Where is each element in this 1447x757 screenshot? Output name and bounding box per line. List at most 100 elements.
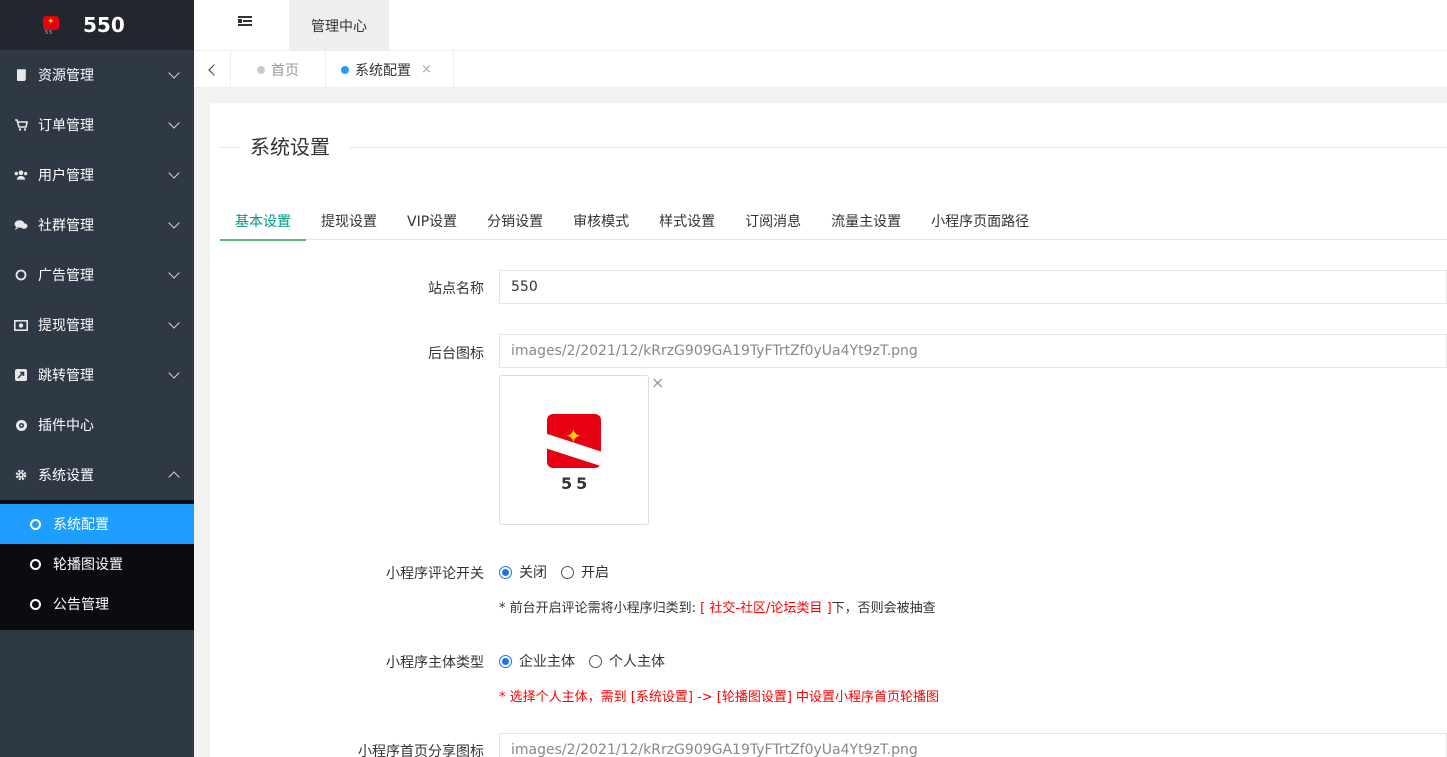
tabs-back-button[interactable]	[194, 51, 231, 88]
section-header: 系统设置	[220, 135, 1447, 159]
hint-text: 下，否则会被抽查	[831, 601, 936, 616]
sidebar-item-plugins[interactable]: 插件中心	[0, 400, 194, 450]
external-link-icon	[14, 369, 28, 381]
radio-personal[interactable]: 个人主体	[589, 651, 665, 671]
close-icon[interactable]: ×	[421, 62, 432, 77]
subject-type-hint: * 选择个人主体，需到 [系统设置] -> [轮播图设置] 中设置小程序首页轮播…	[499, 690, 940, 705]
radio-label: 企业主体	[519, 654, 575, 670]
sidebar: ✦ 55 550 资源管理 订单管理 用户管理 社群管理 广告管理 提现管理 跳…	[0, 0, 194, 757]
sidebar-item-order[interactable]: 订单管理	[0, 100, 194, 150]
gear-icon	[14, 469, 28, 481]
radio-unchecked-icon	[589, 654, 602, 668]
sidebar-item-ads[interactable]: 广告管理	[0, 250, 194, 300]
sidebar-subitem-label: 轮播图设置	[53, 557, 123, 573]
tab-distribution[interactable]: 分销设置	[472, 201, 558, 240]
share-icon-path-input[interactable]: images/2/2021/12/kRrzG909GA19TyFTrtZf0yU…	[499, 733, 1447, 757]
page-tab-home[interactable]: 首页	[231, 51, 326, 88]
chevron-down-icon	[168, 217, 180, 229]
tab-basic[interactable]: 基本设置	[220, 201, 306, 241]
sidebar-item-withdraw[interactable]: 提现管理	[0, 300, 194, 350]
tab-dot-icon	[257, 65, 265, 74]
tab-review-mode[interactable]: 审核模式	[558, 201, 644, 240]
radio-label: 关闭	[519, 565, 547, 581]
tab-subscribe-message[interactable]: 订阅消息	[730, 201, 816, 240]
sidebar-item-label: 插件中心	[38, 418, 94, 434]
logo-number: 55	[561, 474, 592, 493]
circle-icon	[30, 598, 41, 610]
radio-checked-icon	[499, 565, 512, 579]
chevron-up-icon	[168, 471, 180, 483]
top-header: 管理中心	[194, 0, 1447, 51]
comment-switch-radios: 关闭 开启	[499, 562, 623, 582]
hint-text: * 前台开启评论需将小程序归类到:	[499, 601, 701, 616]
header-tab-admin-center[interactable]: 管理中心	[289, 0, 389, 51]
sidebar-item-redirect[interactable]: 跳转管理	[0, 350, 194, 400]
menu-toggle-icon[interactable]	[238, 16, 252, 28]
admin-icon-path-input[interactable]: images/2/2021/12/kRrzG909GA19TyFTrtZf0yU…	[499, 334, 1447, 368]
page-tab-system-config[interactable]: 系统配置 ×	[326, 51, 454, 88]
users-icon	[14, 169, 28, 181]
sidebar-subitem-label: 系统配置	[53, 517, 109, 533]
sidebar-item-label: 订单管理	[38, 118, 94, 134]
share-icon-label: 小程序首页分享图标	[358, 744, 484, 757]
submenu-spacer	[0, 624, 194, 630]
radio-enterprise[interactable]: 企业主体	[499, 651, 575, 671]
sidebar-subitem-carousel[interactable]: 轮播图设置	[0, 544, 194, 584]
sidebar-item-community[interactable]: 社群管理	[0, 200, 194, 250]
tab-dot-icon	[341, 65, 349, 74]
plugin-icon	[14, 419, 28, 432]
circle-icon	[30, 558, 41, 570]
chevron-down-icon	[168, 317, 180, 329]
logo-icon: ✦	[547, 414, 601, 468]
comments-icon	[14, 219, 28, 231]
page-tab-label: 首页	[271, 62, 299, 79]
subject-type-radios: 企业主体 个人主体	[499, 651, 679, 671]
site-name-label: 站点名称	[428, 281, 484, 297]
sidebar-item-user[interactable]: 用户管理	[0, 150, 194, 200]
chevron-down-icon	[168, 167, 180, 179]
sidebar-item-label: 系统设置	[38, 468, 94, 484]
cart-icon	[14, 119, 28, 131]
sidebar-menu: 资源管理 订单管理 用户管理 社群管理 广告管理 提现管理 跳转管理 插件中心 …	[0, 50, 194, 500]
tab-style[interactable]: 样式设置	[644, 201, 730, 240]
sidebar-item-label: 社群管理	[38, 218, 94, 234]
comment-switch-hint: * 前台开启评论需将小程序归类到: [ 社交-社区/论坛类目 ]下，否则会被抽查	[499, 597, 936, 616]
system-submenu: 系统配置 轮播图设置 公告管理	[0, 500, 194, 630]
money-icon	[14, 319, 28, 331]
tab-page-path[interactable]: 小程序页面路径	[916, 201, 1044, 240]
radio-comment-off[interactable]: 关闭	[499, 562, 547, 582]
chevron-down-icon	[168, 267, 180, 279]
sidebar-item-resource[interactable]: 资源管理	[0, 50, 194, 100]
sidebar-item-label: 广告管理	[38, 268, 94, 284]
chevron-down-icon	[168, 117, 180, 129]
sidebar-subitem-notice[interactable]: 公告管理	[0, 584, 194, 624]
subject-type-label: 小程序主体类型	[386, 655, 484, 671]
tab-withdraw[interactable]: 提现设置	[306, 201, 392, 240]
admin-icon-label: 后台图标	[428, 346, 484, 362]
radio-checked-icon	[499, 654, 512, 668]
radio-comment-on[interactable]: 开启	[561, 562, 609, 582]
hint-category: [ 社交-社区/论坛类目 ]	[700, 601, 832, 616]
sidebar-subitem-label: 公告管理	[53, 597, 109, 613]
page-tab-label: 系统配置	[355, 62, 411, 79]
sidebar-subitem-system-config[interactable]: 系统配置	[0, 504, 194, 544]
chevron-left-icon	[208, 63, 220, 76]
sidebar-item-label: 跳转管理	[38, 368, 94, 384]
section-title: 系统设置	[250, 135, 330, 159]
book-icon	[14, 69, 28, 81]
sidebar-item-system[interactable]: 系统设置	[0, 450, 194, 500]
chevron-down-icon	[168, 67, 180, 79]
circle-icon	[14, 269, 28, 281]
settings-card: 系统设置 基本设置 提现设置 VIP设置 分销设置 审核模式 样式设置 订阅消息…	[210, 103, 1447, 757]
radio-label: 个人主体	[609, 654, 665, 670]
tab-traffic-owner[interactable]: 流量主设置	[816, 201, 916, 240]
remove-image-icon[interactable]: ×	[651, 375, 664, 391]
sidebar-item-label: 提现管理	[38, 318, 94, 334]
radio-label: 开启	[581, 565, 609, 581]
logo-text: 550	[83, 13, 125, 37]
sidebar-item-label: 用户管理	[38, 168, 94, 184]
site-name-input[interactable]: 550	[499, 270, 1447, 304]
admin-icon-preview: ✦ 55	[499, 375, 649, 525]
page-tabs-bar: 首页 系统配置 ×	[194, 51, 1447, 88]
tab-vip[interactable]: VIP设置	[392, 201, 472, 240]
